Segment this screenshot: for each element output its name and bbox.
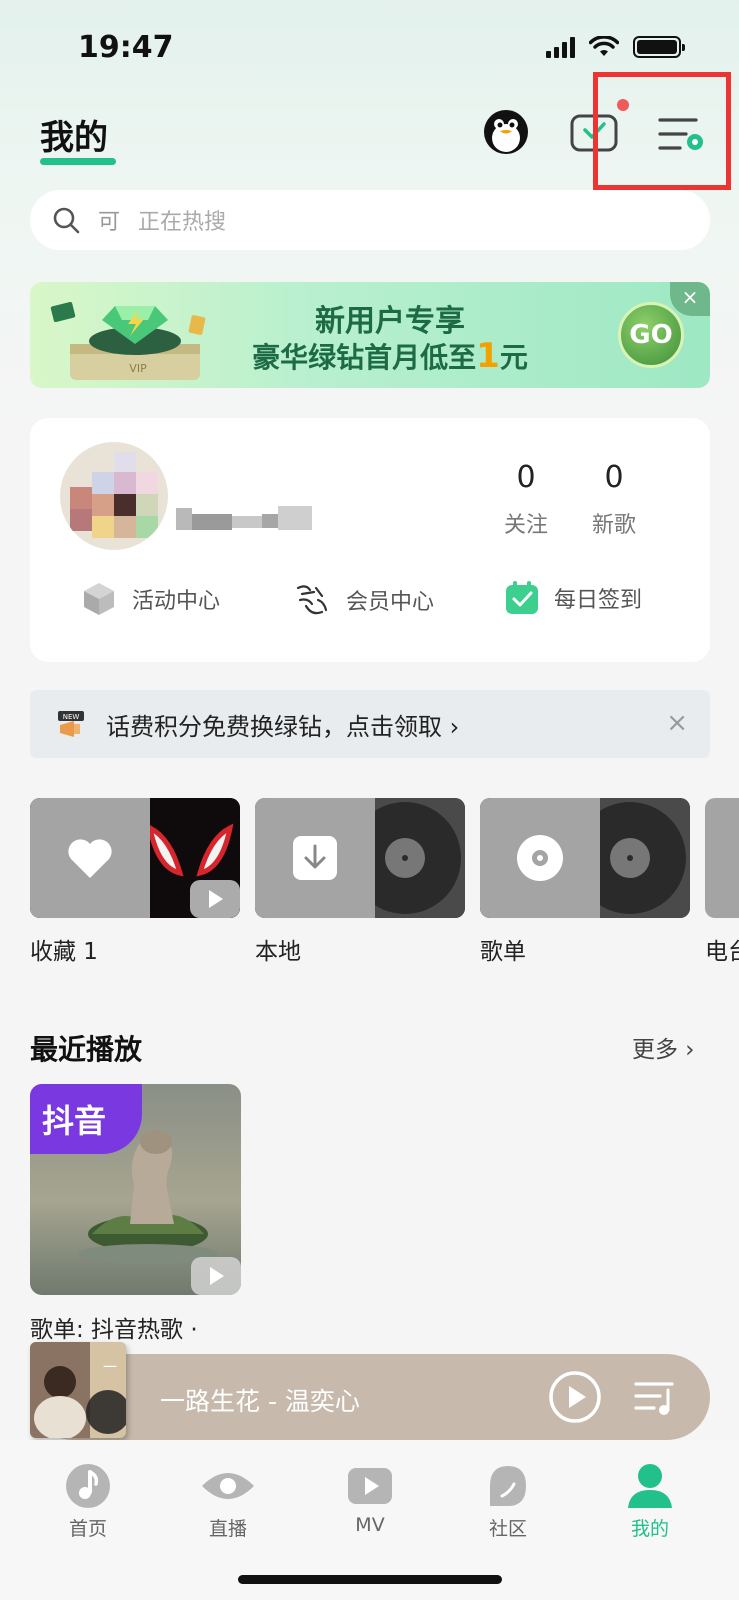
status-time: 19:47 (78, 30, 174, 65)
stat-following[interactable]: 0 关注 (486, 460, 566, 539)
vinyl-record-icon (590, 798, 690, 918)
playlist-queue-icon[interactable] (634, 1378, 676, 1418)
nav-live-label: 直播 (208, 1518, 247, 1540)
nav-mv-label: MV (355, 1514, 385, 1536)
activity-center-label: 活动中心 (132, 589, 221, 614)
daily-checkin-link[interactable]: 每日签到 (504, 580, 642, 616)
local-tile[interactable] (255, 798, 465, 918)
nav-live[interactable]: 直播 (188, 1462, 268, 1541)
cellular-signal-icon (546, 36, 575, 58)
community-icon (490, 1466, 526, 1506)
avatar[interactable] (60, 442, 168, 550)
search-placeholder: 正在热搜 (138, 210, 227, 235)
cube-icon (84, 583, 114, 615)
radio-label: 电台 (705, 939, 739, 965)
member-center-label: 会员中心 (346, 590, 435, 615)
stat-following-value: 0 (516, 460, 536, 495)
annotation-highlight-box (593, 72, 731, 190)
stat-new-songs-label: 新歌 (591, 513, 636, 538)
svg-text:一: 一 (103, 1360, 117, 1376)
daily-checkin-label: 每日签到 (554, 588, 643, 613)
search-bar[interactable]: 可 正在热搜 (30, 190, 710, 250)
title-underline (40, 158, 116, 165)
music-note-icon (66, 1464, 110, 1508)
playlist-tile[interactable] (480, 798, 690, 918)
nav-home[interactable]: 首页 (48, 1462, 128, 1541)
wifi-icon (589, 36, 619, 56)
stat-new-songs-value: 0 (604, 460, 624, 495)
penguin-icon[interactable] (480, 104, 532, 156)
banner-subtitle: 豪华绿钻首月低至1元 (252, 336, 528, 376)
cover-tag: 抖音 (30, 1084, 142, 1154)
username-redacted (176, 506, 312, 530)
battery-icon (633, 36, 685, 58)
favorites-cover (30, 798, 150, 918)
stat-new-songs[interactable]: 0 新歌 (574, 460, 654, 539)
promo-banner[interactable]: VIP 新用户专享 豪华绿钻首月低至1元 GO × (30, 282, 710, 388)
eye-icon (202, 1473, 254, 1499)
download-icon (293, 836, 337, 880)
recent-playlist-cover[interactable]: 抖音 (30, 1084, 241, 1295)
play-badge-icon[interactable] (191, 1257, 241, 1295)
nav-mv[interactable]: MV (330, 1462, 410, 1536)
favorites-label: 收藏 1 (30, 939, 98, 965)
playlist-label: 歌单 (480, 939, 526, 965)
notice-close-icon[interactable]: × (666, 708, 688, 738)
banner-title: 新用户专享 (315, 304, 465, 339)
notice-text: 话费积分免费换绿钻，点击领取 › (106, 712, 460, 741)
stat-following-label: 关注 (503, 513, 548, 538)
album-art[interactable]: 一 (30, 1342, 126, 1438)
search-icon (53, 207, 80, 234)
banner-go-button[interactable]: GO (618, 302, 684, 368)
member-center-link[interactable]: 会员中心 (292, 580, 434, 620)
nav-community[interactable]: 社区 (468, 1462, 548, 1541)
mini-player[interactable] (30, 1354, 710, 1440)
favorites-tile[interactable] (30, 798, 240, 918)
profile-card: 0 关注 0 新歌 活动中心 会员中心 每日签到 (30, 418, 710, 662)
radio-tile[interactable] (705, 798, 739, 918)
recent-more-link[interactable]: 更多 › (632, 1030, 695, 1064)
promo-notice[interactable]: NEW 话费积分免费换绿钻，点击领取 › × (30, 690, 710, 758)
playlist-cover (480, 798, 600, 918)
nav-community-label: 社区 (488, 1518, 527, 1540)
play-badge-icon[interactable] (190, 880, 240, 918)
nav-mine-label: 我的 (630, 1518, 669, 1540)
calendar-check-icon (506, 581, 538, 614)
video-play-icon (348, 1468, 392, 1504)
status-icons (546, 36, 685, 58)
now-playing-track: 一路生花 - 温奕心 (160, 1387, 360, 1416)
disc-icon (517, 835, 563, 881)
page-title: 我的 (40, 118, 108, 158)
search-prefix: 可 (98, 210, 121, 235)
local-label: 本地 (255, 939, 301, 965)
activity-center-link[interactable]: 活动中心 (80, 580, 220, 618)
play-icon[interactable] (548, 1370, 602, 1424)
recent-caption: 歌单: 抖音热歌 · (30, 1317, 198, 1343)
local-cover (255, 798, 375, 918)
svg-text:NEW: NEW (63, 713, 80, 721)
heart-icon (68, 839, 112, 878)
vinyl-record-icon (365, 798, 465, 918)
nav-mine[interactable]: 我的 (610, 1462, 690, 1541)
nav-home-label: 首页 (68, 1518, 107, 1540)
megaphone-icon: NEW (58, 711, 84, 737)
user-icon (628, 1464, 672, 1508)
recent-section-title: 最近播放 (30, 1033, 143, 1066)
calligraphy-logo-icon (296, 585, 328, 615)
home-indicator (238, 1575, 502, 1584)
